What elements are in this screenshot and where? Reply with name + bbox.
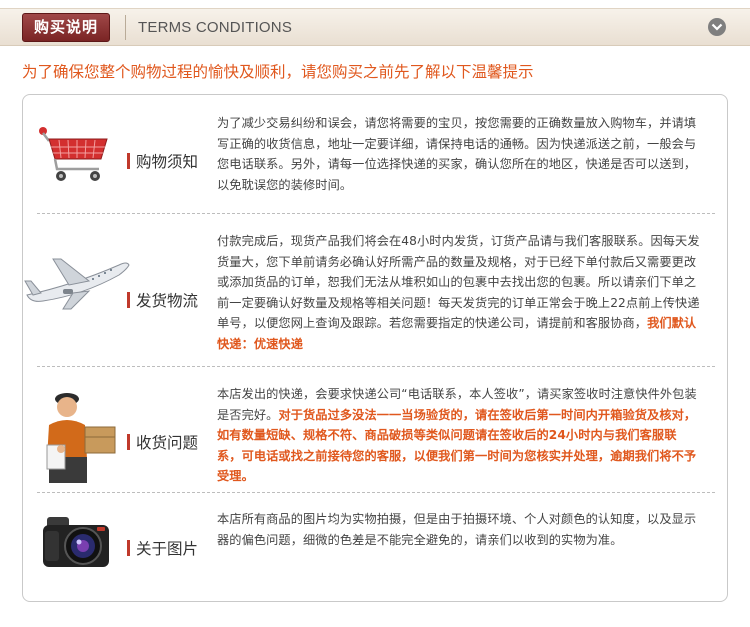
purchase-notes-badge: 购买说明 xyxy=(22,13,110,42)
shopping-cart-icon xyxy=(35,125,111,191)
section-divider xyxy=(37,366,715,367)
section-label-receiving: 收货问题 xyxy=(127,431,198,453)
label-marker xyxy=(127,540,130,556)
inspection-highlight: 对于货品过多没法一一当场验货的，请在签收后第一时间内开箱验货及核对，如有数量短缺… xyxy=(217,407,697,484)
section-text-shopping: 为了减少交易纠纷和误会，请您将需要的宝贝，按您需要的正确数量放入购物车，并请填写… xyxy=(217,116,697,192)
terms-panel: 购物须知 为了减少交易纠纷和误会，请您将需要的宝贝，按您需要的正确数量放入购物车… xyxy=(22,94,728,602)
section-divider xyxy=(37,213,715,214)
label-marker xyxy=(127,153,130,169)
section-label-pictures: 关于图片 xyxy=(127,537,198,559)
section-label-shopping: 购物须知 xyxy=(127,150,198,172)
delivery-man-icon xyxy=(37,389,121,491)
header-divider xyxy=(125,15,126,40)
chevron-down-icon[interactable] xyxy=(708,18,726,36)
label-marker xyxy=(127,434,130,450)
terms-title: TERMS CONDITIONS xyxy=(138,19,293,36)
section-divider xyxy=(37,492,715,493)
label-marker xyxy=(127,292,130,308)
section-text-receiving: 本店发出的快递，会要求快递公司“电话联系，本人签收”，请买家签收时注意快件外包装… xyxy=(217,387,697,484)
header-bar: 购买说明 TERMS CONDITIONS xyxy=(0,8,750,46)
section-label-shipping: 发货物流 xyxy=(127,289,198,311)
camera-icon xyxy=(41,513,111,575)
section-text-pictures: 本店所有商品的图片均为实物拍摄，但是由于拍摄环境、个人对颜色的认知度，以及显示器… xyxy=(217,512,697,547)
section-text-shipping: 付款完成后，现货产品我们将会在48小时内发货，订货产品请与我们客服联系。因每天发… xyxy=(217,234,700,351)
intro-notice: 为了确保您整个购物过程的愉快及顺利，请您购买之前先了解以下温馨提示 xyxy=(22,63,534,81)
airplane-icon xyxy=(23,255,131,315)
